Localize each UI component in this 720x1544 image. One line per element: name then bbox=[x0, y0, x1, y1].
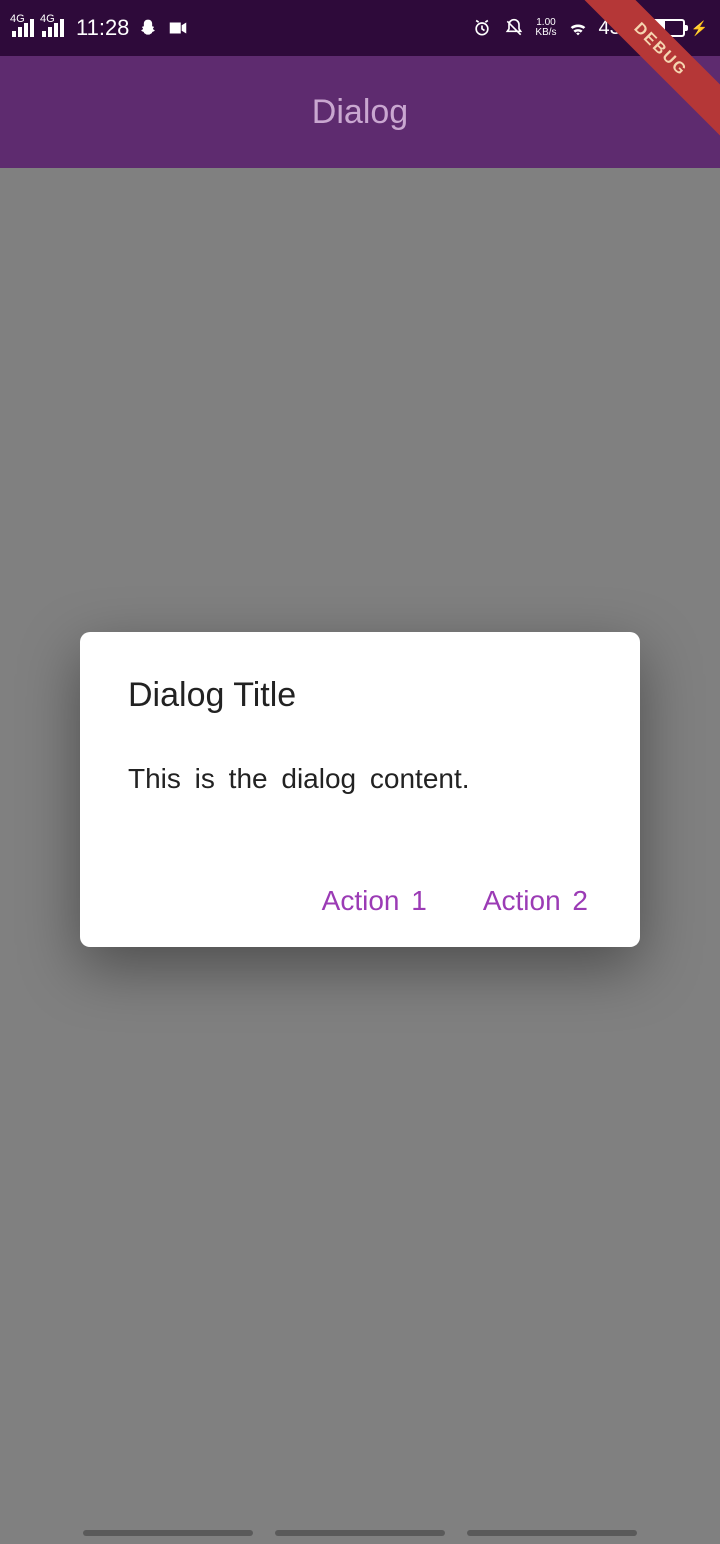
nav-home[interactable] bbox=[275, 1530, 445, 1536]
nav-back[interactable] bbox=[467, 1530, 637, 1536]
notification-off-icon bbox=[503, 17, 525, 39]
app-bar-title: Dialog bbox=[312, 93, 408, 132]
app-bar: Dialog bbox=[0, 56, 720, 168]
status-left: 4G 4G 11:28 bbox=[12, 15, 189, 41]
dialog-title: Dialog Title bbox=[128, 676, 592, 715]
signal-2-icon: 4G bbox=[42, 19, 64, 37]
navigation-bar bbox=[0, 1530, 720, 1544]
signal-1-icon: 4G bbox=[12, 19, 34, 37]
snapchat-icon bbox=[137, 17, 159, 39]
battery-percent: 43% bbox=[599, 17, 639, 40]
status-time: 11:28 bbox=[76, 15, 129, 41]
dialog-content: This is the dialog content. bbox=[128, 763, 592, 795]
network-speed: 1.00 KB/s bbox=[535, 18, 556, 38]
wifi-icon bbox=[567, 17, 589, 39]
video-icon bbox=[167, 17, 189, 39]
status-right: 1.00 KB/s 43% ⚡ bbox=[471, 17, 708, 40]
charging-icon: ⚡ bbox=[691, 20, 708, 37]
action-2-button[interactable]: Action 2 bbox=[483, 885, 588, 917]
dialog: Dialog Title This is the dialog content.… bbox=[80, 632, 640, 947]
status-bar: 4G 4G 11:28 1.00 KB/s 43% bbox=[0, 0, 720, 56]
nav-recent[interactable] bbox=[83, 1530, 253, 1536]
alarm-icon bbox=[471, 17, 493, 39]
action-1-button[interactable]: Action 1 bbox=[322, 885, 427, 917]
battery-icon bbox=[649, 19, 685, 37]
dialog-actions: Action 1 Action 2 bbox=[128, 885, 592, 917]
